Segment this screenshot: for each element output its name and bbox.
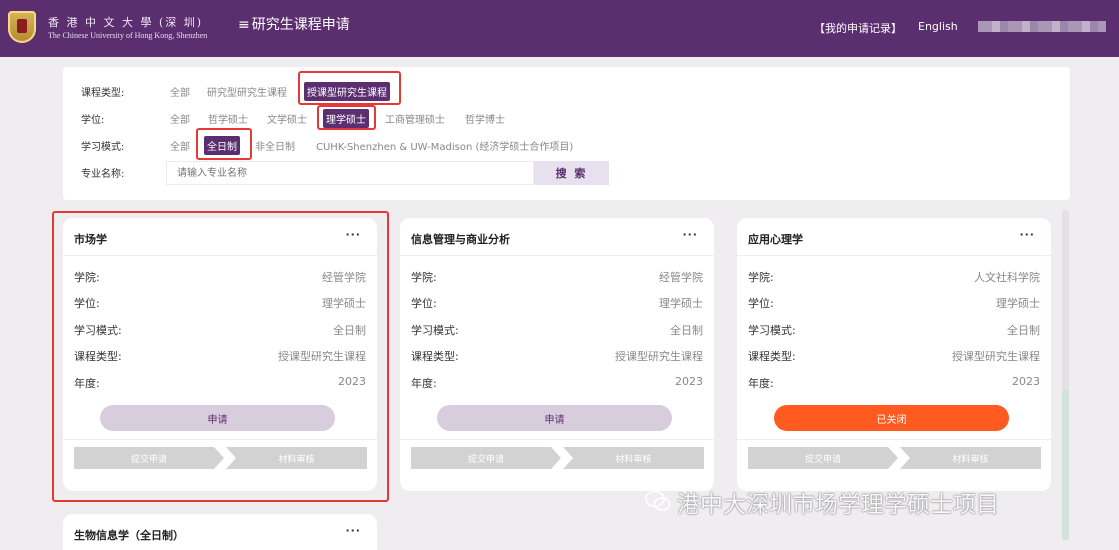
- university-crest-icon[interactable]: [8, 11, 36, 43]
- progress-steps: 提交申请 材料审核: [411, 447, 704, 469]
- filter-option-all[interactable]: 全部: [167, 136, 193, 155]
- filter-option-all[interactable]: 全部: [167, 82, 193, 101]
- logo-english-name: The Chinese University of Hong Kong, She…: [48, 31, 208, 40]
- card-header: 应用心理学 ···: [737, 218, 1051, 256]
- page-title-text: 研究生课程申请: [251, 17, 350, 33]
- divider: [737, 439, 1051, 440]
- scrollbar-thumb[interactable]: [1062, 390, 1069, 540]
- filter-option-uw-madison[interactable]: CUHK-Shenzhen & UW-Madison (经济学硕士合作项目): [313, 136, 576, 155]
- user-name-blurred[interactable]: [978, 21, 1106, 32]
- my-records-link[interactable]: 【我的申请记录】: [814, 20, 902, 36]
- card-field-type: 课程类型: 授课型研究生课程: [411, 350, 703, 363]
- top-header: 香 港 中 文 大 學 (深 圳) The Chinese University…: [0, 0, 1119, 57]
- apply-button[interactable]: 申请: [437, 405, 672, 431]
- filter-label: 专业名称:: [81, 169, 125, 180]
- card-title: 信息管理与商业分析: [411, 233, 510, 246]
- closed-button[interactable]: 已关闭: [774, 405, 1009, 431]
- program-card[interactable]: 生物信息学（全日制） ···: [63, 514, 377, 550]
- card-field-degree: 学位: 理学硕士: [748, 297, 1040, 310]
- filter-label: 学习模式:: [81, 142, 125, 153]
- language-switch[interactable]: English: [918, 20, 958, 33]
- divider: [400, 439, 714, 440]
- menu-icon[interactable]: ≡: [238, 17, 250, 33]
- program-card[interactable]: 应用心理学 ··· 学院: 人文社科学院 学位: 理学硕士 学习模式: 全日制 课程类…: [737, 218, 1051, 491]
- filter-label: 课程类型:: [81, 88, 125, 99]
- card-field-school: 学院: 经管学院: [411, 271, 703, 284]
- card-field-degree: 学位: 理学硕士: [411, 297, 703, 310]
- card-field-mode: 学习模式: 全日制: [411, 324, 703, 337]
- card-field-year: 年度: 2023: [411, 375, 703, 390]
- wechat-icon: [645, 490, 671, 518]
- progress-steps: 提交申请 材料审核: [748, 447, 1041, 469]
- watermark-text: 港中大深圳市场学理学硕士项目: [677, 492, 999, 518]
- filter-option-mba[interactable]: 工商管理硕士: [382, 109, 448, 128]
- filter-option-mphil[interactable]: 哲学硕士: [205, 109, 251, 128]
- page-title[interactable]: ≡ 研究生课程申请: [238, 14, 350, 34]
- more-options-icon[interactable]: ···: [345, 524, 361, 537]
- step-submit: 提交申请: [411, 447, 561, 469]
- program-card[interactable]: 信息管理与商业分析 ··· 学院: 经管学院 学位: 理学硕士 学习模式: 全日制 课…: [400, 218, 714, 491]
- card-title: 生物信息学（全日制）: [74, 529, 184, 542]
- more-options-icon[interactable]: ···: [1019, 228, 1035, 241]
- card-field-school: 学院: 人文社科学院: [748, 271, 1040, 284]
- highlight-box: [196, 128, 252, 160]
- search-button[interactable]: 搜 索: [534, 161, 609, 185]
- card-header: 信息管理与商业分析 ···: [400, 218, 714, 256]
- card-title: 应用心理学: [748, 233, 803, 246]
- more-options-icon[interactable]: ···: [682, 228, 698, 241]
- filter-label: 学位:: [81, 115, 105, 126]
- step-submit: 提交申请: [748, 447, 898, 469]
- card-header: 生物信息学（全日制） ···: [63, 514, 377, 550]
- program-name-input[interactable]: [166, 161, 534, 185]
- card-field-mode: 学习模式: 全日制: [748, 324, 1040, 337]
- step-review: 材料审核: [900, 447, 1041, 469]
- filter-option-ma[interactable]: 文学硕士: [264, 109, 310, 128]
- filter-option-research[interactable]: 研究型研究生课程: [204, 82, 290, 101]
- card-field-type: 课程类型: 授课型研究生课程: [748, 350, 1040, 363]
- filter-option-all[interactable]: 全部: [167, 109, 193, 128]
- highlight-box: [317, 105, 376, 130]
- highlight-box: [298, 71, 401, 105]
- step-review: 材料审核: [563, 447, 704, 469]
- highlight-box: [52, 211, 389, 502]
- watermark: 港中大深圳市场学理学硕士项目: [645, 485, 999, 519]
- card-field-year: 年度: 2023: [748, 375, 1040, 390]
- logo-chinese-name: 香 港 中 文 大 學 (深 圳): [48, 16, 204, 29]
- scrollbar[interactable]: [1062, 210, 1069, 540]
- filter-option-phd[interactable]: 哲学博士: [462, 109, 508, 128]
- filter-option-part-time[interactable]: 非全日制: [252, 136, 298, 155]
